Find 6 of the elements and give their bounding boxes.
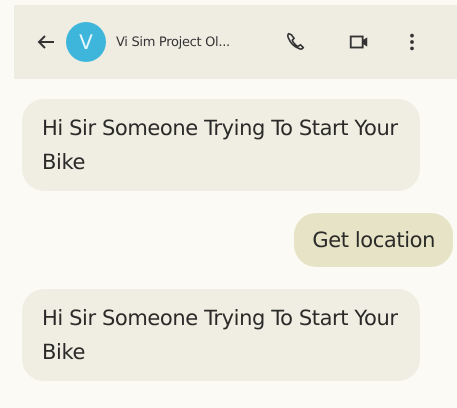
received-message: Hi Sir Someone Trying To Start Your Bike	[22, 289, 420, 381]
sent-message: Get location	[294, 213, 453, 267]
phone-icon[interactable]	[284, 31, 306, 53]
received-message: Hi Sir Someone Trying To Start Your Bike	[22, 99, 420, 191]
more-options-icon[interactable]	[408, 31, 416, 53]
contact-name[interactable]: Vi Sim Project Ol...	[116, 34, 266, 50]
